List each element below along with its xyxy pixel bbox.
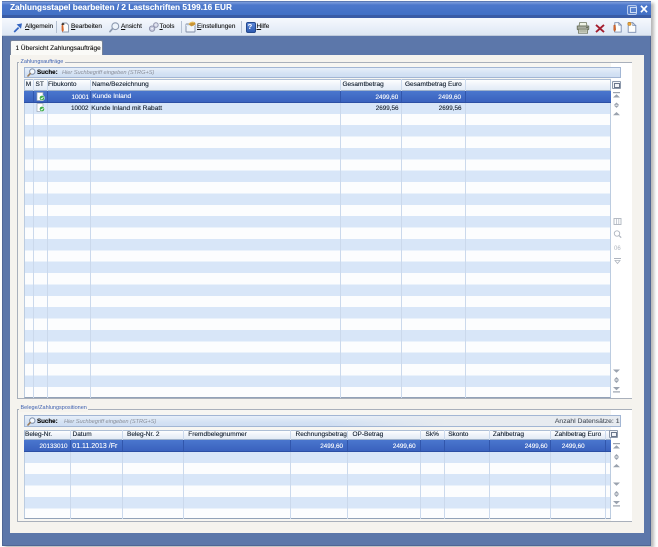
svg-text:06: 06 (614, 246, 621, 252)
